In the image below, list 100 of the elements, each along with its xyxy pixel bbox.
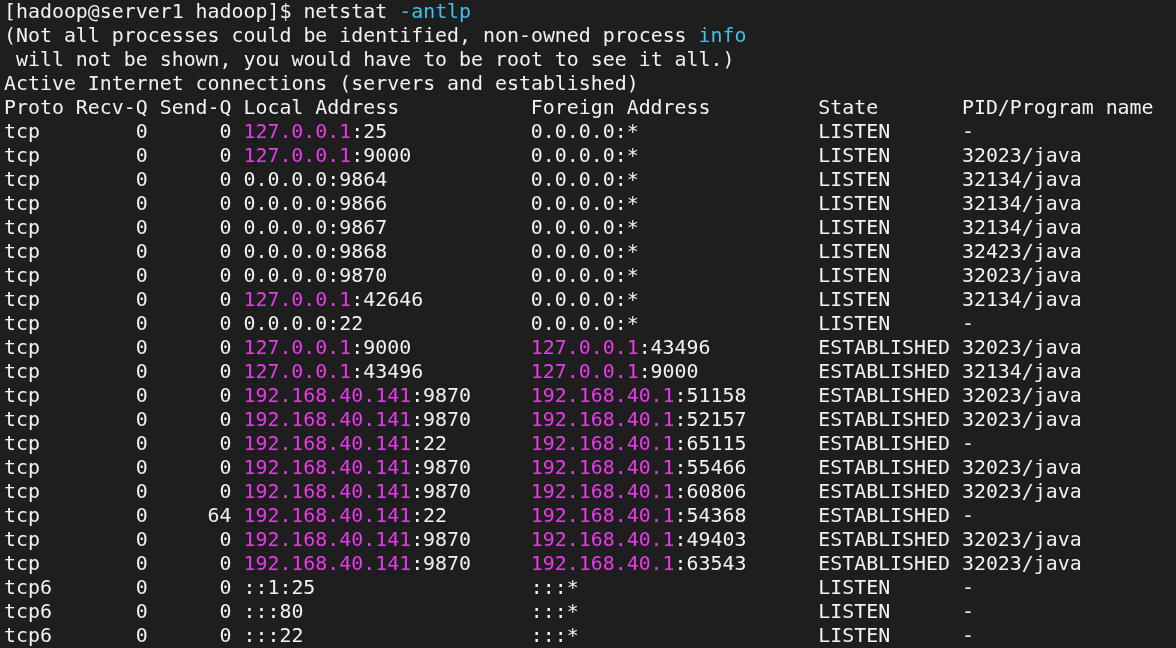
foreign-address-cell: 0.0.0.0:* — [530, 120, 639, 143]
foreign-address-cell: 192.168.40.1:54368 — [530, 504, 747, 527]
send-q-cell: 0 — [219, 480, 232, 503]
command-text: netstat -antlp — [303, 0, 472, 23]
local-address-cell: 127.0.0.1:43496 — [243, 360, 424, 383]
local-address-cell: :::80 — [243, 600, 304, 623]
recv-q-cell: 0 — [135, 120, 148, 143]
proto-cell: tcp — [4, 336, 40, 359]
local-address-cell: 0.0.0.0:9868 — [243, 240, 388, 263]
recv-q-cell: 0 — [135, 456, 148, 479]
program-cell: 32023/java — [961, 552, 1082, 575]
send-q-cell: 0 — [219, 120, 232, 143]
send-q-cell: 0 — [219, 456, 232, 479]
local-address-cell: 192.168.40.141:9870 — [243, 456, 471, 479]
send-q-cell: 0 — [219, 144, 232, 167]
send-q-cell: 0 — [219, 312, 232, 335]
foreign-address-cell: :::* — [530, 624, 579, 647]
program-cell: - — [961, 576, 974, 599]
send-q-cell: 0 — [219, 552, 232, 575]
proto-cell: tcp — [4, 144, 40, 167]
proto-cell: tcp — [4, 528, 40, 551]
program-cell: - — [961, 504, 974, 527]
local-address-cell: 127.0.0.1:9000 — [243, 336, 412, 359]
foreign-address-cell: 0.0.0.0:* — [530, 192, 639, 215]
send-q-cell: 0 — [219, 288, 232, 311]
send-q-cell: 0 — [219, 168, 232, 191]
local-address-cell: 127.0.0.1:25 — [243, 120, 388, 143]
state-cell: LISTEN — [818, 240, 891, 263]
program-cell: 32023/java — [961, 144, 1082, 167]
send-q-cell: 0 — [219, 600, 232, 623]
foreign-address-header: Foreign Address — [530, 96, 711, 119]
local-address-cell: 127.0.0.1:42646 — [243, 288, 424, 311]
foreign-address-cell: 192.168.40.1:55466 — [530, 456, 747, 479]
recv-q-cell: 0 — [135, 168, 148, 191]
proto-header: Proto — [4, 96, 64, 119]
local-address-cell: 192.168.40.141:9870 — [243, 384, 471, 407]
send-q-cell: 0 — [219, 432, 232, 455]
state-cell: ESTABLISHED — [818, 384, 950, 407]
send-q-cell: 0 — [219, 336, 232, 359]
state-cell: ESTABLISHED — [818, 504, 950, 527]
foreign-address-cell: 192.168.40.1:49403 — [530, 528, 747, 551]
send-q-cell: 64 — [207, 504, 232, 527]
proto-cell: tcp — [4, 552, 40, 575]
program-cell: 32134/java — [961, 192, 1082, 215]
local-address-cell: :::22 — [243, 624, 304, 647]
state-cell: ESTABLISHED — [818, 432, 950, 455]
output-line: Active Internet connections (servers and established) — [4, 72, 639, 95]
program-cell: - — [961, 600, 974, 623]
recv-q-cell: 0 — [135, 600, 148, 623]
proto-cell: tcp6 — [4, 576, 52, 599]
shell-prompt: [hadoop@server1 hadoop]$ — [4, 0, 292, 23]
send-q-cell: 0 — [219, 528, 232, 551]
program-cell: 32134/java — [961, 288, 1082, 311]
proto-cell: tcp — [4, 168, 40, 191]
recv-q-cell: 0 — [135, 240, 148, 263]
send-q-cell: 0 — [219, 264, 232, 287]
foreign-address-cell: 127.0.0.1:43496 — [530, 336, 711, 359]
local-address-cell: ::1:25 — [243, 576, 316, 599]
proto-cell: tcp — [4, 120, 40, 143]
local-address-cell: 192.168.40.141:9870 — [243, 408, 471, 431]
recv-q-cell: 0 — [135, 432, 148, 455]
proto-cell: tcp — [4, 264, 40, 287]
local-address-cell: 0.0.0.0:9867 — [243, 216, 388, 239]
program-cell: 32023/java — [961, 384, 1082, 407]
recv-q-cell: 0 — [135, 528, 148, 551]
send-q-cell: 0 — [219, 216, 232, 239]
recv-q-cell: 0 — [135, 384, 148, 407]
foreign-address-cell: :::* — [530, 576, 579, 599]
local-address-cell: 0.0.0.0:22 — [243, 312, 364, 335]
foreign-address-cell: 0.0.0.0:* — [530, 168, 639, 191]
recv-q-cell: 0 — [135, 192, 148, 215]
recv-q-cell: 0 — [135, 504, 148, 527]
send-q-cell: 0 — [219, 240, 232, 263]
foreign-address-cell: 0.0.0.0:* — [530, 144, 639, 167]
foreign-address-cell: 127.0.0.1:9000 — [530, 360, 699, 383]
state-cell: LISTEN — [818, 168, 891, 191]
proto-cell: tcp — [4, 480, 40, 503]
recv-q-cell: 0 — [135, 312, 148, 335]
state-cell: LISTEN — [818, 216, 891, 239]
send-q-cell: 0 — [219, 192, 232, 215]
foreign-address-cell: 192.168.40.1:65115 — [530, 432, 747, 455]
proto-cell: tcp — [4, 456, 40, 479]
local-address-cell: 192.168.40.141:22 — [243, 432, 448, 455]
foreign-address-cell: 0.0.0.0:* — [530, 312, 639, 335]
local-address-cell: 192.168.40.141:9870 — [243, 552, 471, 575]
state-cell: ESTABLISHED — [818, 480, 950, 503]
foreign-address-cell: 0.0.0.0:* — [530, 216, 639, 239]
program-cell: 32023/java — [961, 408, 1082, 431]
local-address-cell: 0.0.0.0:9864 — [243, 168, 388, 191]
recv-q-cell: 0 — [135, 264, 148, 287]
program-cell: - — [961, 432, 974, 455]
proto-cell: tcp — [4, 288, 40, 311]
output-line: (Not all processes could be identified, non-owned process info — [4, 24, 747, 47]
program-cell: - — [961, 120, 974, 143]
recv-q-header: Recv-Q — [75, 96, 148, 119]
proto-cell: tcp — [4, 240, 40, 263]
program-cell: 32134/java — [961, 360, 1082, 383]
send-q-cell: 0 — [219, 408, 232, 431]
state-cell: LISTEN — [818, 120, 891, 143]
state-cell: LISTEN — [818, 264, 891, 287]
